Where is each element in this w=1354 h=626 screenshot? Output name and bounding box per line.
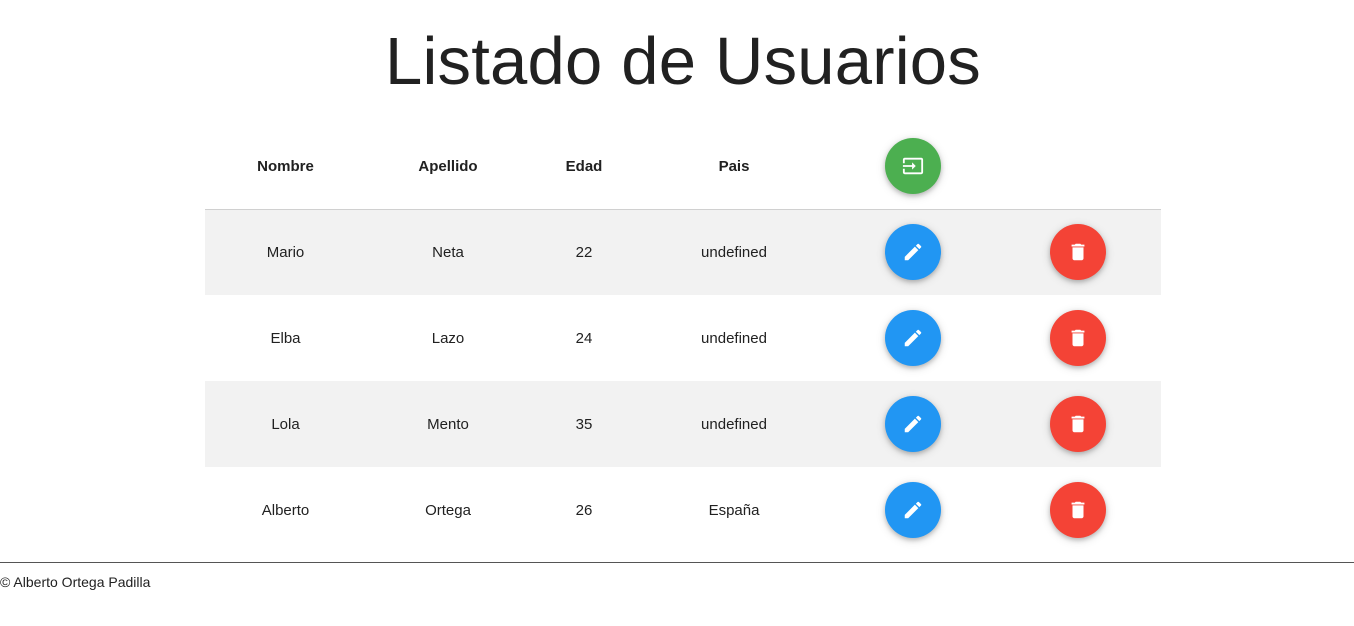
cell-delete — [995, 381, 1161, 467]
cell-pais: undefined — [701, 415, 767, 433]
cell-delete — [995, 209, 1161, 295]
pencil-icon — [902, 327, 924, 349]
cell-pais: España — [708, 501, 760, 519]
cell-nombre: Alberto — [261, 501, 310, 519]
table-row: Elba Lazo 24 undefined — [205, 295, 1161, 381]
delete-user-button[interactable] — [1050, 396, 1106, 452]
add-user-button[interactable] — [884, 138, 941, 195]
trash-icon — [1067, 499, 1089, 521]
cell-nombre: Lola — [271, 415, 300, 433]
table-row: Lola Mento 35 undefined — [205, 381, 1161, 467]
cell-edad: 26 — [575, 501, 593, 519]
header-edad: Edad — [565, 157, 603, 175]
cell-nombre: Elba — [270, 329, 301, 347]
cell-edit — [830, 467, 995, 553]
table-row: Alberto Ortega 26 España — [205, 467, 1161, 553]
cell-pais: undefined — [701, 329, 767, 347]
cell-apellido: Neta — [432, 243, 464, 261]
cell-delete — [995, 295, 1161, 381]
edit-user-button[interactable] — [884, 482, 941, 538]
cell-edit — [830, 381, 995, 467]
edit-user-button[interactable] — [884, 310, 941, 366]
table-body: Mario Neta 22 undefined Elba Lazo 24 und… — [205, 209, 1161, 553]
header-add-cell — [830, 124, 995, 209]
cell-nombre: Mario — [266, 243, 305, 261]
cell-edit — [830, 209, 995, 295]
table-row: Mario Neta 22 undefined — [205, 209, 1161, 295]
pencil-icon — [902, 499, 924, 521]
pencil-icon — [902, 241, 924, 263]
delete-user-button[interactable] — [1050, 310, 1106, 366]
cell-edad: 35 — [575, 415, 593, 433]
cell-apellido: Lazo — [431, 329, 465, 347]
header-apellido: Apellido — [418, 157, 478, 175]
footer-copyright: © Alberto Ortega Padilla — [0, 574, 151, 590]
pencil-icon — [902, 413, 924, 435]
trash-icon — [1067, 241, 1089, 263]
header-empty-cell — [995, 124, 1161, 209]
users-table: Nombre Apellido Edad Pais Mario Neta 22 … — [205, 124, 1161, 553]
table-header: Nombre Apellido Edad Pais — [205, 124, 1161, 209]
page-title: Listado de Usuarios — [385, 24, 981, 99]
trash-icon — [1067, 413, 1089, 435]
login-icon — [902, 155, 924, 177]
delete-user-button[interactable] — [1050, 482, 1106, 538]
cell-pais: undefined — [701, 243, 767, 261]
cell-delete — [995, 467, 1161, 553]
edit-user-button[interactable] — [884, 224, 941, 281]
cell-edit — [830, 295, 995, 381]
header-pais: Pais — [718, 157, 750, 175]
trash-icon — [1067, 327, 1089, 349]
cell-apellido: Ortega — [425, 501, 471, 519]
cell-edad: 24 — [575, 329, 593, 347]
edit-user-button[interactable] — [884, 396, 941, 452]
table-header-row: Nombre Apellido Edad Pais — [205, 124, 1161, 209]
footer-divider — [0, 562, 1354, 563]
header-nombre: Nombre — [257, 157, 314, 175]
cell-edad: 22 — [575, 243, 593, 261]
cell-apellido: Mento — [427, 415, 469, 433]
delete-user-button[interactable] — [1050, 224, 1106, 281]
